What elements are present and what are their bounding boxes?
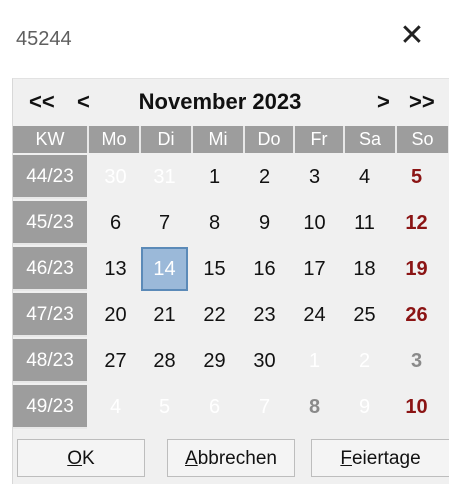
ok-label: K [82, 448, 95, 469]
day-cell[interactable]: 9 [241, 201, 288, 245]
day-cell[interactable]: 21 [141, 293, 188, 337]
ok-button[interactable]: OK [17, 439, 145, 477]
day-cell[interactable]: 11 [341, 201, 388, 245]
day-cell[interactable]: 5 [393, 155, 440, 199]
button-row: OK Abbrechen Feiertage [13, 433, 449, 484]
week-number: 49/23 [13, 385, 87, 429]
day-cell[interactable]: 30 [92, 155, 139, 199]
day-cell[interactable]: 3 [291, 155, 338, 199]
day-cell[interactable]: 8 [191, 201, 238, 245]
cancel-mnemonic: A [185, 448, 198, 469]
day-cell[interactable]: 20 [92, 293, 139, 337]
ok-mnemonic: O [67, 448, 83, 469]
day-cell[interactable]: 25 [341, 293, 388, 337]
header-weekday: Do [245, 126, 295, 153]
day-cell[interactable]: 7 [241, 385, 288, 429]
header-weekday: Sa [345, 126, 397, 153]
day-cell[interactable]: 17 [291, 247, 338, 291]
cancel-label: bbrechen [197, 448, 277, 469]
title-bar: 45244 ✕ [0, 0, 449, 78]
day-cell[interactable]: 29 [191, 339, 238, 383]
holidays-label: eiertage [351, 448, 421, 469]
day-cell[interactable]: 19 [393, 247, 440, 291]
day-cell[interactable]: 1 [191, 155, 238, 199]
week-number: 44/23 [13, 155, 87, 199]
header-weekday: Fr [295, 126, 345, 153]
week-number: 48/23 [13, 339, 87, 383]
day-cell[interactable]: 7 [141, 201, 188, 245]
window-title: 45244 [16, 28, 72, 50]
prev-month-button[interactable]: < [77, 87, 90, 117]
day-cell[interactable]: 30 [241, 339, 288, 383]
header-weekday: Mo [89, 126, 141, 153]
day-cell[interactable]: 22 [191, 293, 238, 337]
day-cell[interactable]: 8 [291, 385, 338, 429]
close-icon[interactable]: ✕ [396, 20, 428, 52]
day-cell[interactable]: 12 [393, 201, 440, 245]
holidays-button[interactable]: Feiertage [311, 439, 449, 477]
day-cell[interactable]: 14 [141, 247, 188, 291]
month-navigation: << < November 2023 > >> [13, 79, 449, 125]
next-year-button[interactable]: >> [409, 87, 435, 117]
month-title: November 2023 [138, 89, 302, 114]
next-month-button[interactable]: > [377, 87, 390, 117]
day-cell[interactable]: 6 [191, 385, 238, 429]
day-cell[interactable]: 15 [191, 247, 238, 291]
day-cell[interactable]: 28 [141, 339, 188, 383]
header-weekday: So [397, 126, 449, 153]
day-cell[interactable]: 4 [92, 385, 139, 429]
day-cell[interactable]: 10 [291, 201, 338, 245]
header-weekday: Di [141, 126, 193, 153]
day-cell[interactable]: 24 [291, 293, 338, 337]
calendar-panel: << < November 2023 > >> KW Mo Di Mi Do Fr Sa So… [12, 78, 449, 484]
holidays-mnemonic: F [340, 448, 352, 469]
day-cell[interactable]: 23 [241, 293, 288, 337]
day-cell[interactable]: 26 [393, 293, 440, 337]
day-cell[interactable]: 5 [141, 385, 188, 429]
week-number: 46/23 [13, 247, 87, 291]
day-cell[interactable]: 9 [341, 385, 388, 429]
day-cell[interactable]: 27 [92, 339, 139, 383]
day-cell[interactable]: 2 [341, 339, 388, 383]
day-cell[interactable]: 2 [241, 155, 288, 199]
prev-year-button[interactable]: << [29, 87, 55, 117]
day-cell[interactable]: 10 [393, 385, 440, 429]
day-cell[interactable]: 1 [291, 339, 338, 383]
day-cell[interactable]: 16 [241, 247, 288, 291]
day-cell[interactable]: 4 [341, 155, 388, 199]
day-cell[interactable]: 18 [341, 247, 388, 291]
day-cell[interactable]: 13 [92, 247, 139, 291]
day-cell[interactable]: 31 [141, 155, 188, 199]
week-number: 47/23 [13, 293, 87, 337]
header-week-number: KW [13, 126, 89, 153]
week-number: 45/23 [13, 201, 87, 245]
day-cell[interactable]: 3 [393, 339, 440, 383]
day-cell[interactable]: 6 [92, 201, 139, 245]
header-weekday: Mi [193, 126, 245, 153]
cancel-button[interactable]: Abbrechen [167, 439, 295, 477]
